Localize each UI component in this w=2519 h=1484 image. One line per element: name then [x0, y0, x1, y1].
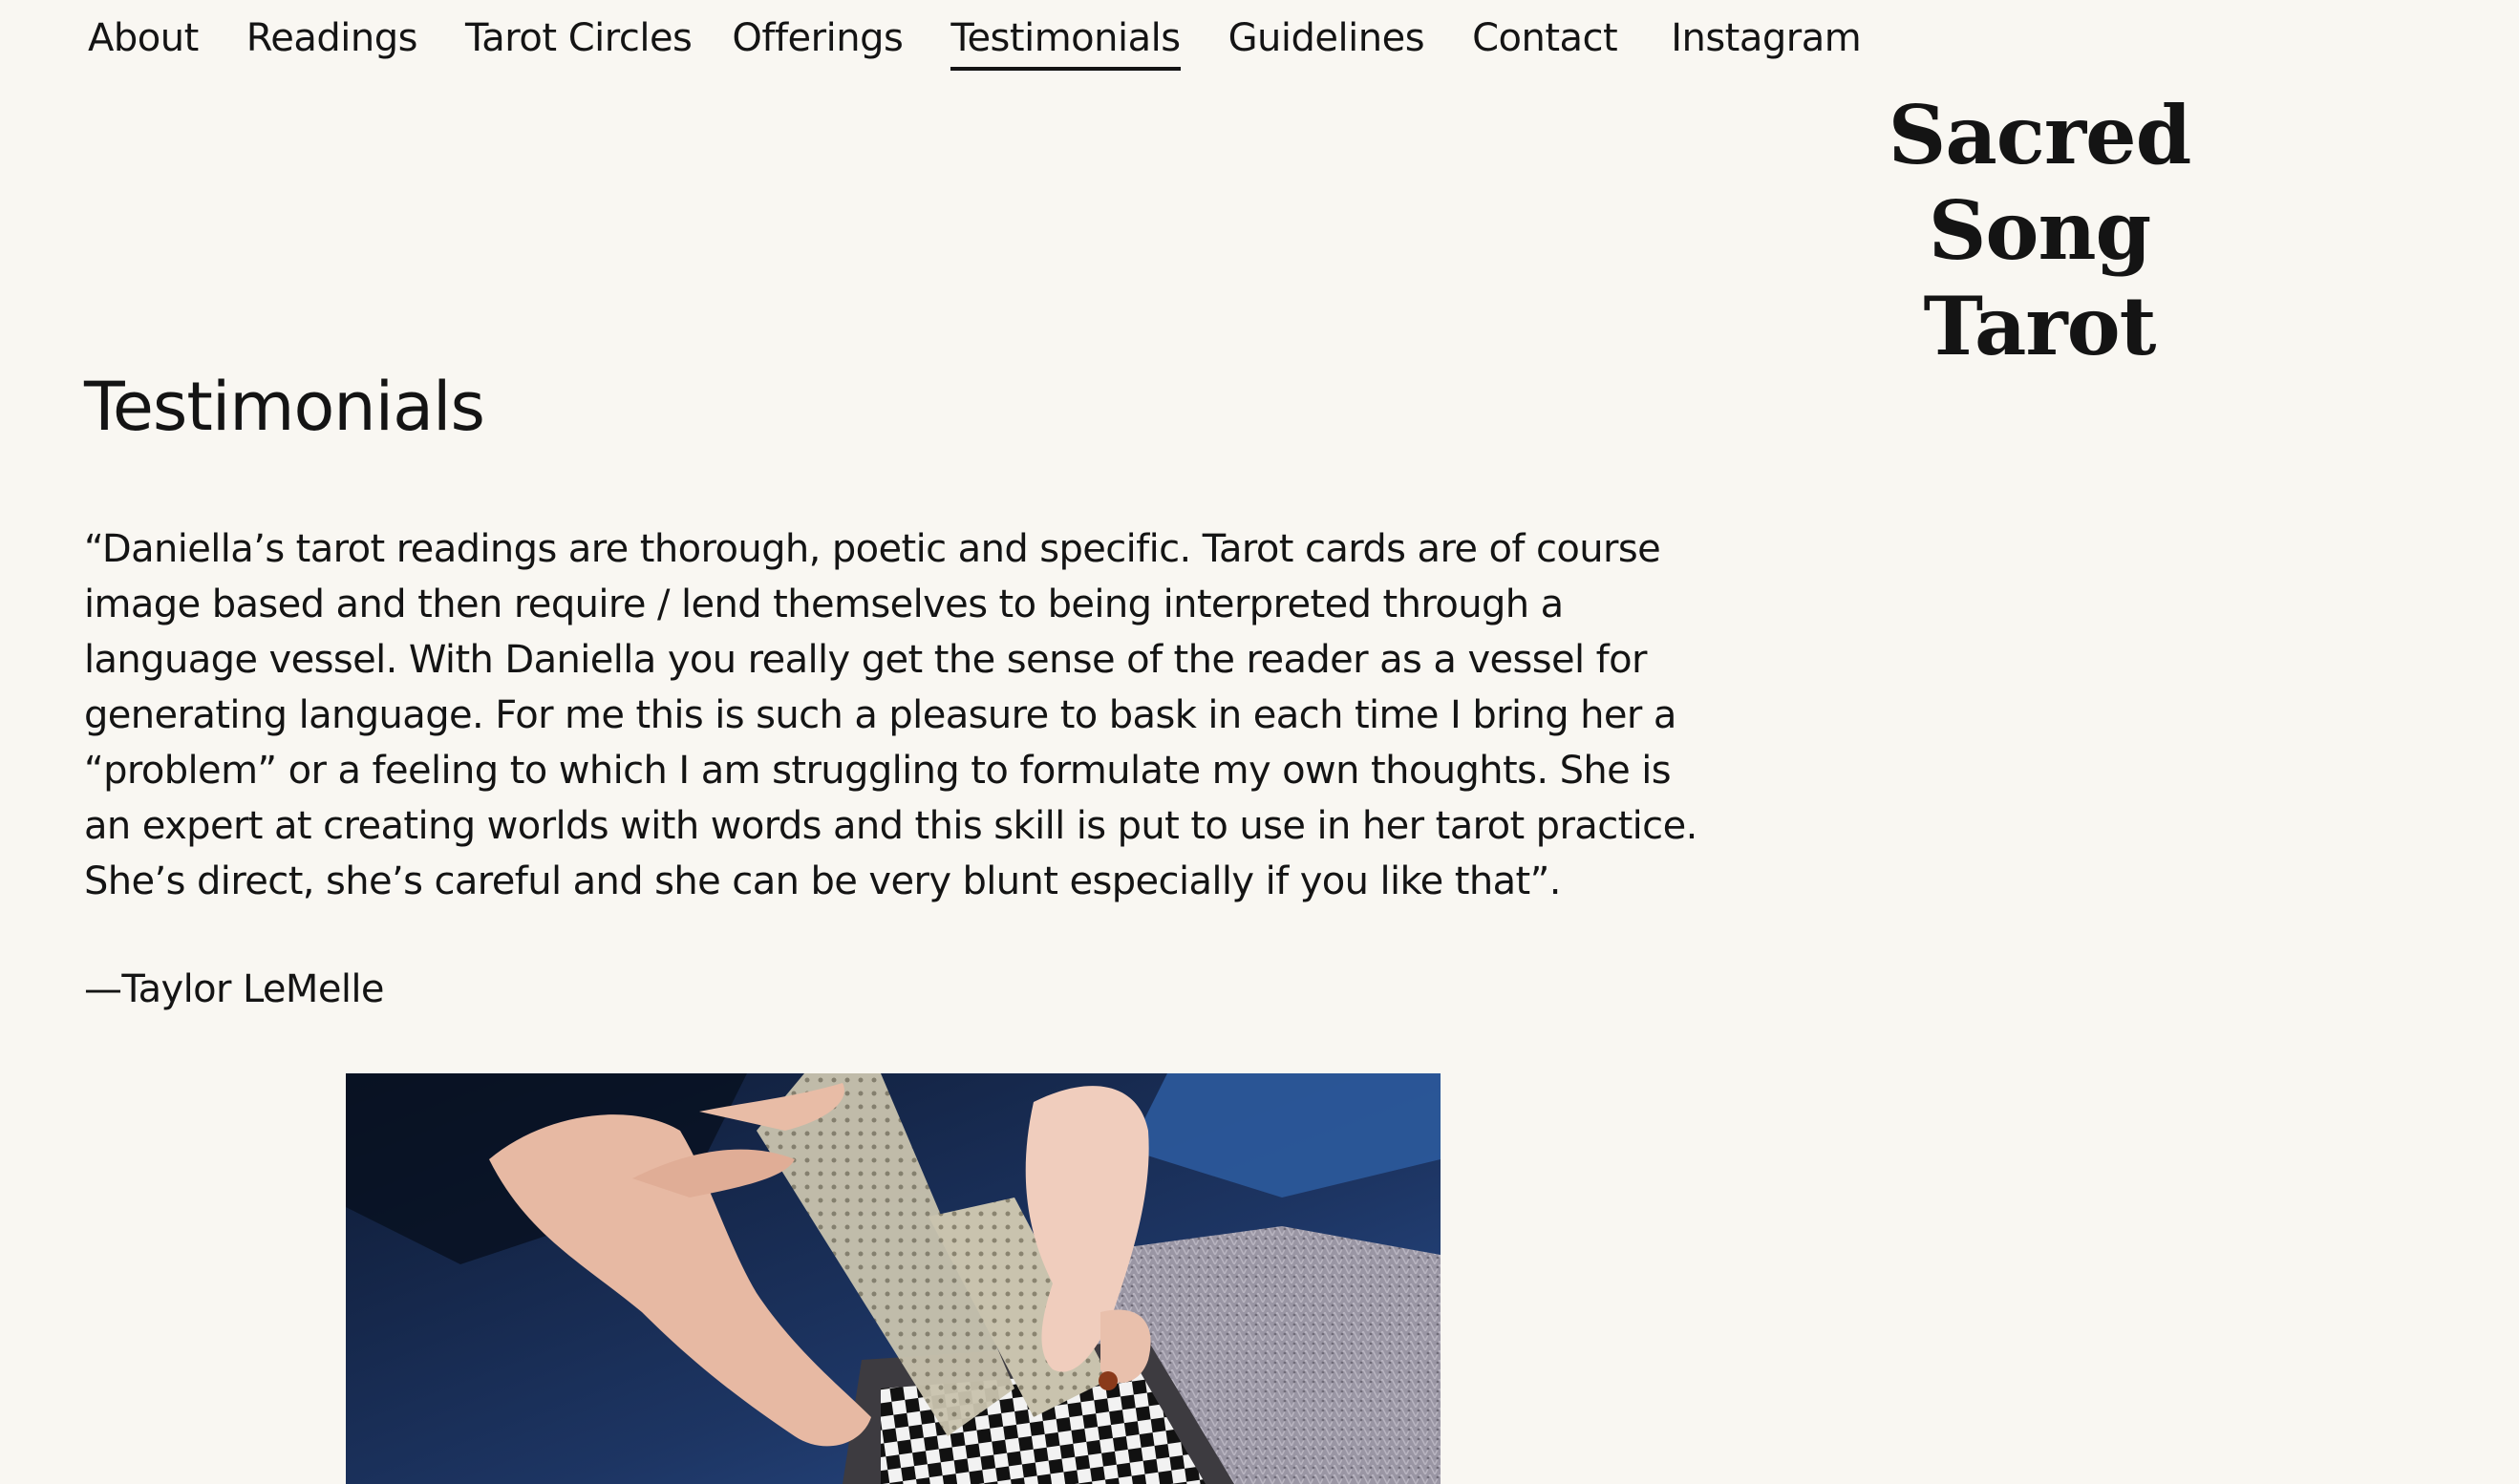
nav-link-guidelines[interactable]: Guidelines	[1228, 0, 1425, 71]
page-title: Testimonials	[84, 368, 485, 446]
site-logo-line-1: Sacred Song	[1888, 88, 2192, 278]
nav-link-offerings[interactable]: Offerings	[732, 0, 903, 71]
nav-link-tarot-circles[interactable]: Tarot Circles	[465, 0, 693, 71]
testimonial-author: —Taylor LeMelle	[84, 967, 385, 1011]
nav-link-instagram[interactable]: Instagram	[1671, 0, 1862, 71]
site-logo[interactable]: Sacred Song Tarot	[1777, 88, 2302, 374]
nav-link-contact[interactable]: Contact	[1472, 0, 1618, 71]
main-nav: About Readings Tarot Circles Offerings T…	[88, 0, 1909, 76]
nav-link-testimonials[interactable]: Testimonials	[950, 0, 1181, 71]
nav-link-readings[interactable]: Readings	[246, 0, 418, 71]
nav-link-about[interactable]: About	[88, 0, 199, 71]
tarot-shuffling-photo	[346, 1073, 1441, 1484]
site-logo-line-2: Tarot	[1923, 279, 2157, 373]
testimonial-quote: “Daniella’s tarot readings are thorough,…	[84, 527, 1697, 903]
